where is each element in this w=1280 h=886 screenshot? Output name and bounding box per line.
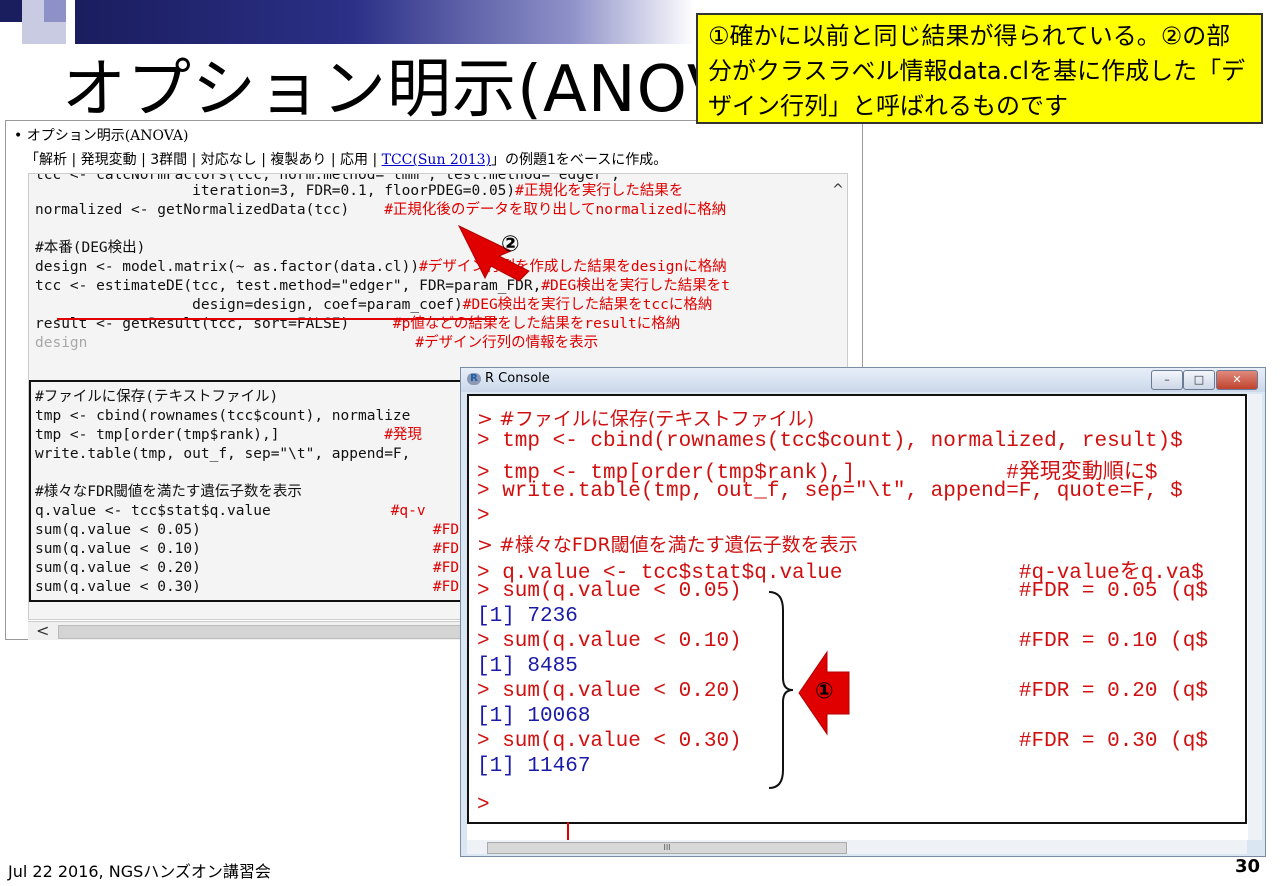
tcc-link[interactable]: TCC(Sun 2013) (382, 152, 491, 168)
text-cursor (567, 822, 569, 840)
r-console-window: R R Console – □ ✕ > #ファイルに保存(テキストファイル) >… (460, 367, 1266, 857)
code-line: #ファイルに保存(テキストファイル) (35, 389, 279, 405)
code-line: write.table(tmp, out_f, sep="\t", append… (35, 446, 411, 462)
console-output: [1] 10068 (477, 705, 591, 728)
slide-title: オプション明示(ANOVA (62, 53, 773, 127)
r-console-title: R Console (485, 371, 550, 386)
r-console-hscroll[interactable]: III (467, 840, 1247, 854)
console-output: [1] 8485 (477, 655, 578, 678)
scroll-up-icon[interactable]: ^ (830, 182, 846, 208)
breadcrumb: 「解析 | 発現変動 | 3群間 | 対応なし | 複製あり | 応用 | TC… (25, 149, 667, 169)
marker-1: ① (815, 679, 834, 704)
close-button[interactable]: ✕ (1216, 370, 1258, 390)
r-console-vscroll[interactable] (1248, 394, 1262, 840)
code-line: tmp <- cbind(rownames(tcc$count), normal… (35, 408, 411, 424)
deco-square-1 (0, 0, 22, 22)
code-line: design=design, coef=param_coef)#DEG検出を実行… (35, 297, 713, 313)
console-output: [1] 11467 (477, 755, 591, 778)
marker-2: ② (501, 232, 520, 257)
r-console-titlebar[interactable]: R R Console – □ ✕ (461, 368, 1265, 392)
minimize-button[interactable]: – (1151, 370, 1183, 390)
code-line: sum(q.value < 0.30) #FDR (35, 579, 468, 595)
code-line: #様々なFDR閾値を満たす遺伝子数を表示 (35, 484, 302, 500)
console-prompt: > (477, 794, 490, 817)
code-line: sum(q.value < 0.10) #FDR (35, 541, 468, 557)
code-line: iteration=3, FDR=0.1, floorPDEG=0.05)#正規… (35, 183, 684, 199)
console-line: > #様々なFDR閾値を満たす遺伝子数を表示 (477, 534, 858, 556)
code-line: normalized <- getNormalizedData(tcc) #正規… (35, 202, 727, 218)
breadcrumb-tail: 」の例題1をベースに作成。 (491, 152, 668, 168)
breadcrumb-text: 「解析 | 発現変動 | 3群間 | 対応なし | 複製あり | 応用 | (25, 152, 382, 168)
console-output: [1] 7236 (477, 605, 578, 628)
r-logo-icon: R (467, 373, 481, 385)
code-line: sum(q.value < 0.20) #FDR (35, 560, 468, 576)
code-line: sum(q.value < 0.05) #FDR (35, 522, 468, 538)
maximize-button[interactable]: □ (1183, 370, 1215, 390)
r-console-output[interactable]: > #ファイルに保存(テキストファイル) > tmp <- cbind(rown… (467, 394, 1257, 840)
r-console-hscroll-thumb[interactable]: III (487, 842, 847, 854)
code-line: tmp <- tmp[order(tmp$rank),] #発現 (35, 427, 422, 443)
code-line: #本番(DEG検出) (35, 240, 146, 256)
deco-square-3 (44, 0, 66, 22)
result-brace (768, 591, 794, 789)
code-line: design <- model.matrix(~ as.factor(data.… (35, 259, 727, 275)
deco-square-4 (22, 22, 44, 44)
console-line: > sum(q.value < 0.05) #FDR = 0.05 (q$ (477, 580, 1208, 603)
console-line: > write.table(tmp, out_f, sep="\t", appe… (477, 480, 1183, 503)
deco-square-2 (22, 0, 44, 22)
console-line: > (477, 505, 490, 528)
console-line: > tmp <- cbind(rownames(tcc$count), norm… (477, 430, 1183, 453)
code-line: q.value <- tcc$stat$q.value #q-v (35, 503, 426, 519)
page-bullet: • オプション明示(ANOVA) (14, 128, 189, 144)
footer-text: Jul 22 2016, NGSハンズオン講習会 (8, 862, 271, 881)
scroll-left-icon[interactable]: < (36, 621, 49, 640)
page-number: 30 (1234, 856, 1260, 877)
console-line: > #ファイルに保存(テキストファイル) (477, 408, 815, 430)
design-underline (57, 318, 497, 320)
code-line: tcc <- estimateDE(tcc, test.method="edge… (35, 278, 730, 294)
code-line: design #デザイン行列の情報を表示 (35, 335, 599, 351)
callout-note: ①確かに以前と同じ結果が得られている。②の部分がクラスラベル情報data.clを… (696, 13, 1263, 124)
